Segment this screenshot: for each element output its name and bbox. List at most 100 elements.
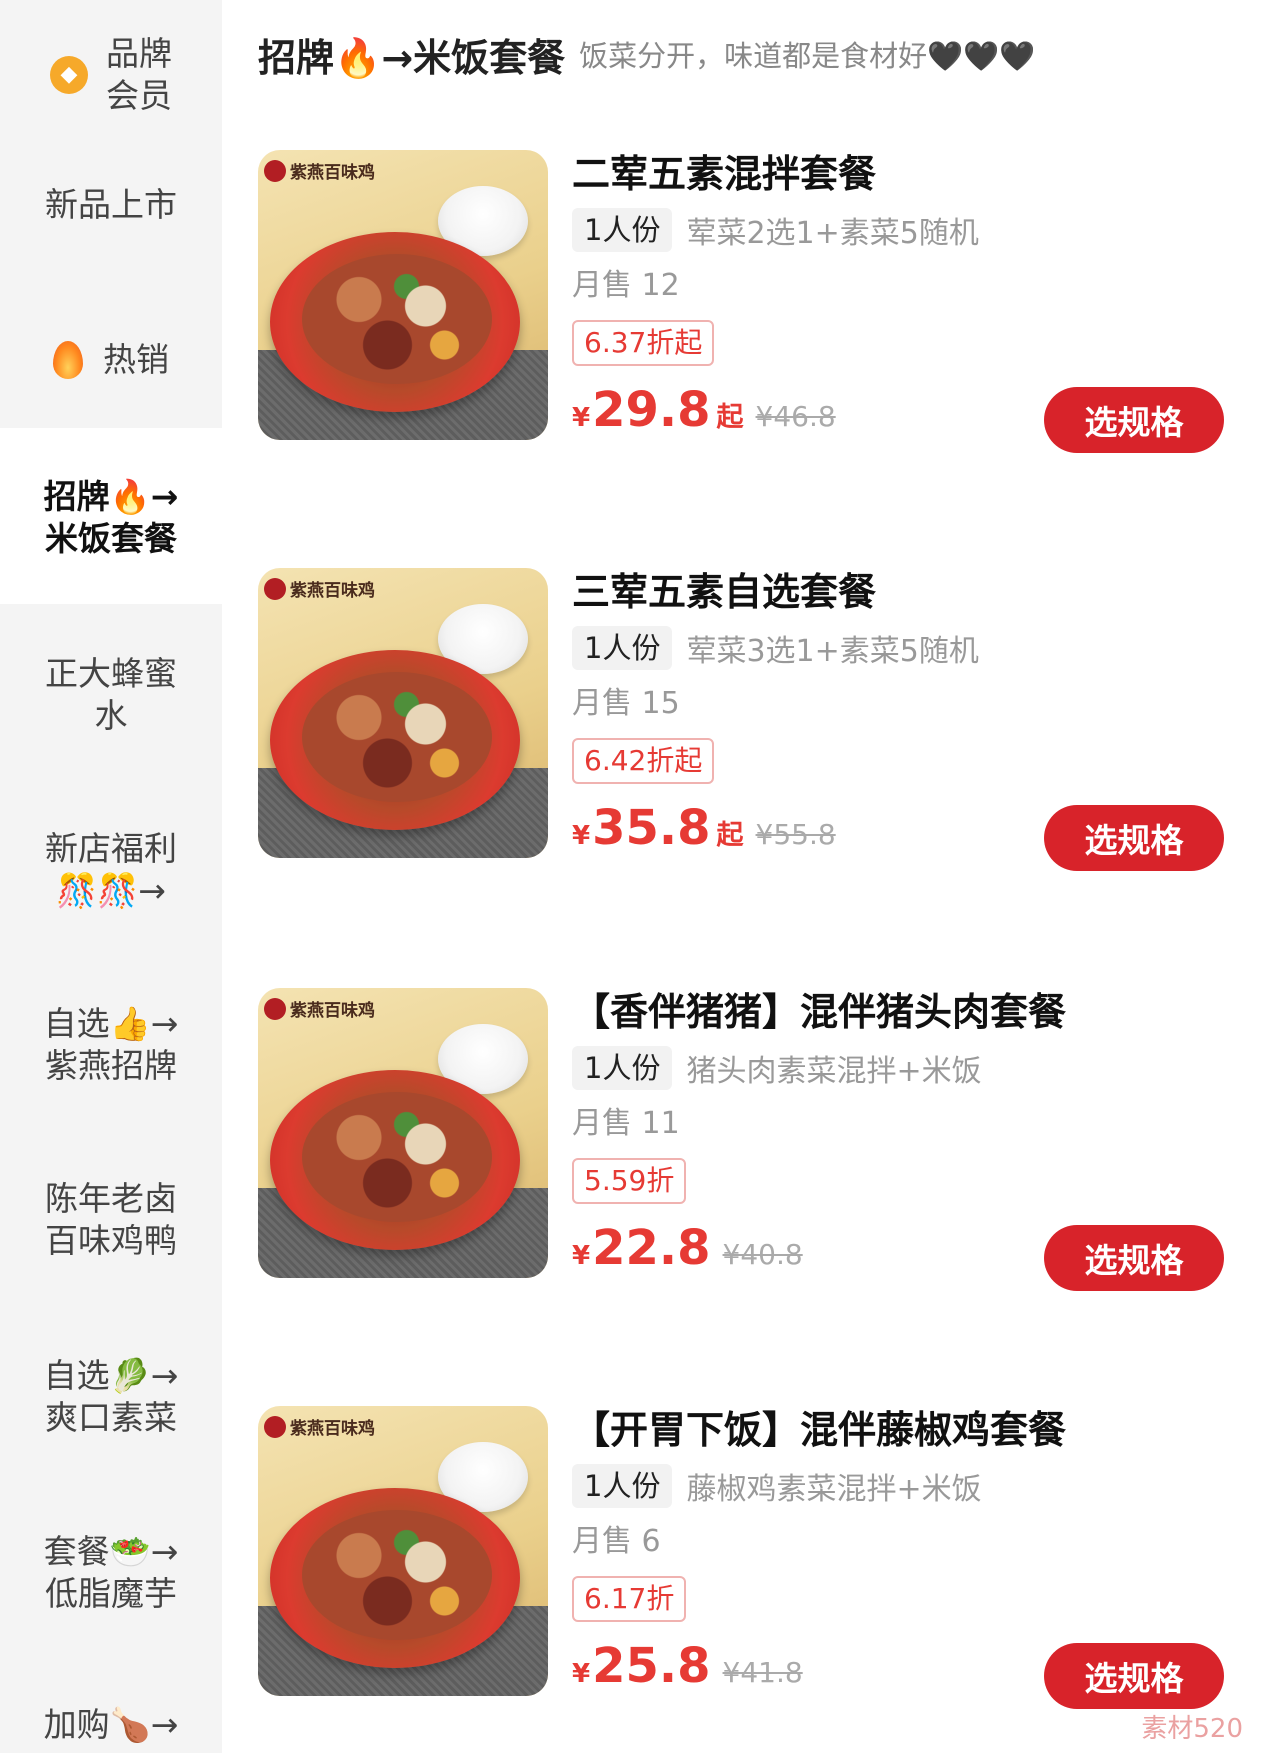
- select-spec-button[interactable]: 选规格: [1044, 387, 1224, 453]
- product-image[interactable]: 紫燕百味鸡: [258, 1406, 548, 1696]
- product-card[interactable]: 紫燕百味鸡 【开胃下饭】混伴藤椒鸡套餐 1人份 藤椒鸡素菜混拌+米饭 月售 6 …: [258, 1406, 1238, 1709]
- brand-seal-icon: [264, 997, 286, 1020]
- sidebar-item-new-store-benefits[interactable]: 新店福利 🎊🎊→: [0, 825, 222, 915]
- sidebar-item-label: 品牌: [106, 34, 172, 73]
- product-title: 三荤五素自选套餐: [572, 570, 877, 614]
- sidebar-item-label: 套餐🥗→: [43, 1532, 179, 1571]
- price: 25.8: [592, 1638, 711, 1694]
- sidebar-item-label: 米饭套餐: [45, 519, 177, 558]
- spec-tag: 1人份: [572, 626, 673, 670]
- sidebar-item-honey-water[interactable]: 正大蜂蜜 水: [0, 650, 222, 740]
- price-row: ¥ 29.8 起 ¥46.8: [572, 382, 836, 438]
- discount-badge: 5.59折: [572, 1158, 687, 1204]
- product-title: 二荤五素混拌套餐: [572, 152, 877, 196]
- price-row: ¥ 35.8 起 ¥55.8: [572, 800, 836, 856]
- sidebar-item-label: 爽口素菜: [45, 1398, 177, 1437]
- spec-row: 1人份 藤椒鸡素菜混拌+米饭: [572, 1464, 982, 1508]
- brand-logo: 紫燕百味鸡: [264, 576, 375, 601]
- price-suffix: 起: [716, 820, 744, 851]
- monthly-sales: 月售 6: [572, 1524, 661, 1559]
- sidebar-item-label: 水: [94, 696, 128, 735]
- sidebar-item-ziyan-signature[interactable]: 自选👍→ 紫燕招牌: [0, 1000, 222, 1090]
- diamond-icon: ◆: [50, 56, 88, 94]
- sidebar-item-vegetables[interactable]: 自选🥬→ 爽口素菜: [0, 1352, 222, 1442]
- sidebar-item-label: 招牌🔥→: [43, 477, 179, 516]
- brand-name: 紫燕百味鸡: [290, 1001, 375, 1021]
- currency-symbol: ¥: [572, 1659, 591, 1689]
- sidebar-item-label: 正大蜂蜜: [45, 654, 177, 693]
- spec-description: 荤菜2选1+素菜5随机: [686, 216, 979, 251]
- product-image[interactable]: 紫燕百味鸡: [258, 150, 548, 440]
- sidebar-item-label: 🎊🎊→: [56, 871, 166, 910]
- food-shape: [302, 672, 492, 802]
- currency-symbol: ¥: [572, 821, 591, 851]
- flame-icon: [53, 341, 83, 379]
- sidebar-item-label-group: 品牌 会员: [106, 33, 172, 117]
- sidebar-item-add-on[interactable]: 加购🍗→: [0, 1700, 222, 1750]
- spec-row: 1人份 猪头肉素菜混拌+米饭: [572, 1046, 982, 1090]
- price-row: ¥ 22.8 ¥40.8: [572, 1220, 803, 1276]
- product-title: 【香伴猪猪】混伴猪头肉套餐: [572, 990, 1067, 1034]
- original-price: ¥46.8: [755, 400, 836, 433]
- sidebar-item-brand-member[interactable]: ◆ 品牌 会员: [0, 20, 222, 130]
- spec-description: 藤椒鸡素菜混拌+米饭: [686, 1472, 982, 1507]
- sidebar-item-label: 加购🍗→: [43, 1705, 179, 1744]
- sidebar-item-label: 陈年老卤: [45, 1179, 177, 1218]
- select-spec-button[interactable]: 选规格: [1044, 1225, 1224, 1291]
- brand-logo: 紫燕百味鸡: [264, 158, 375, 183]
- spec-tag: 1人份: [572, 208, 673, 252]
- monthly-sales: 月售 15: [572, 686, 680, 721]
- product-card[interactable]: 紫燕百味鸡 三荤五素自选套餐 1人份 荤菜3选1+素菜5随机 月售 15 6.4…: [258, 568, 1238, 871]
- brand-logo: 紫燕百味鸡: [264, 996, 375, 1021]
- product-card[interactable]: 紫燕百味鸡 【香伴猪猪】混伴猪头肉套餐 1人份 猪头肉素菜混拌+米饭 月售 11…: [258, 988, 1238, 1291]
- sidebar-item-label: 新店福利: [45, 829, 177, 868]
- section-subtitle: 饭菜分开，味道都是食材好🖤🖤🖤: [579, 39, 1036, 73]
- sidebar-item-label: 新品上市: [45, 185, 177, 224]
- brand-name: 紫燕百味鸡: [290, 581, 375, 601]
- price: 22.8: [592, 1220, 711, 1276]
- discount-badge: 6.42折起: [572, 738, 715, 784]
- sidebar-item-new-products[interactable]: 新品上市: [0, 175, 222, 235]
- sidebar-item-label: 热销: [103, 340, 169, 379]
- product-card[interactable]: 紫燕百味鸡 二荤五素混拌套餐 1人份 荤菜2选1+素菜5随机 月售 12 6.3…: [258, 150, 1238, 453]
- brand-seal-icon: [264, 1415, 286, 1438]
- product-image[interactable]: 紫燕百味鸡: [258, 568, 548, 858]
- sidebar-item-label: 紫燕招牌: [45, 1046, 177, 1085]
- sidebar-item-braised-chicken-duck[interactable]: 陈年老卤 百味鸡鸭: [0, 1175, 222, 1265]
- sidebar-item-row: ◆ 品牌 会员: [50, 33, 172, 117]
- currency-symbol: ¥: [572, 403, 591, 433]
- price: 35.8: [592, 800, 711, 856]
- sidebar-item-hot-sale[interactable]: 热销: [0, 330, 222, 390]
- product-image[interactable]: 紫燕百味鸡: [258, 988, 548, 1278]
- discount-badge: 6.37折起: [572, 320, 715, 366]
- brand-logo: 紫燕百味鸡: [264, 1414, 375, 1439]
- sidebar-item-label: 百味鸡鸭: [45, 1221, 177, 1260]
- currency-symbol: ¥: [572, 1241, 591, 1271]
- sidebar-item-row: 热销: [53, 339, 169, 381]
- select-spec-button[interactable]: 选规格: [1044, 805, 1224, 871]
- sidebar-item-konjac-set[interactable]: 套餐🥗→ 低脂魔芋: [0, 1528, 222, 1618]
- spec-description: 猪头肉素菜混拌+米饭: [686, 1054, 982, 1089]
- spec-row: 1人份 荤菜3选1+素菜5随机: [572, 626, 979, 670]
- original-price: ¥40.8: [722, 1238, 803, 1271]
- monthly-sales: 月售 12: [572, 268, 680, 303]
- product-title: 【开胃下饭】混伴藤椒鸡套餐: [572, 1408, 1067, 1452]
- food-shape: [302, 254, 492, 384]
- price: 29.8: [592, 382, 711, 438]
- category-sidebar: ◆ 品牌 会员 新品上市 热销 招牌🔥→ 米饭套餐 正大蜂蜜 水 新店福利 🎊🎊…: [0, 0, 222, 1753]
- select-spec-button[interactable]: 选规格: [1044, 1643, 1224, 1709]
- original-price: ¥55.8: [755, 818, 836, 851]
- sidebar-item-label: 自选🥬→: [43, 1356, 179, 1395]
- brand-name: 紫燕百味鸡: [290, 163, 375, 183]
- sidebar-item-signature-rice[interactable]: 招牌🔥→ 米饭套餐: [0, 470, 222, 566]
- spec-description: 荤菜3选1+素菜5随机: [686, 634, 979, 669]
- sidebar-item-label: 低脂魔芋: [45, 1574, 177, 1613]
- food-shape: [302, 1510, 492, 1640]
- price-row: ¥ 25.8 ¥41.8: [572, 1638, 803, 1694]
- spec-tag: 1人份: [572, 1464, 673, 1508]
- sidebar-item-label: 自选👍→: [43, 1004, 179, 1043]
- spec-row: 1人份 荤菜2选1+素菜5随机: [572, 208, 979, 252]
- food-shape: [302, 1092, 492, 1222]
- spec-tag: 1人份: [572, 1046, 673, 1090]
- brand-seal-icon: [264, 577, 286, 600]
